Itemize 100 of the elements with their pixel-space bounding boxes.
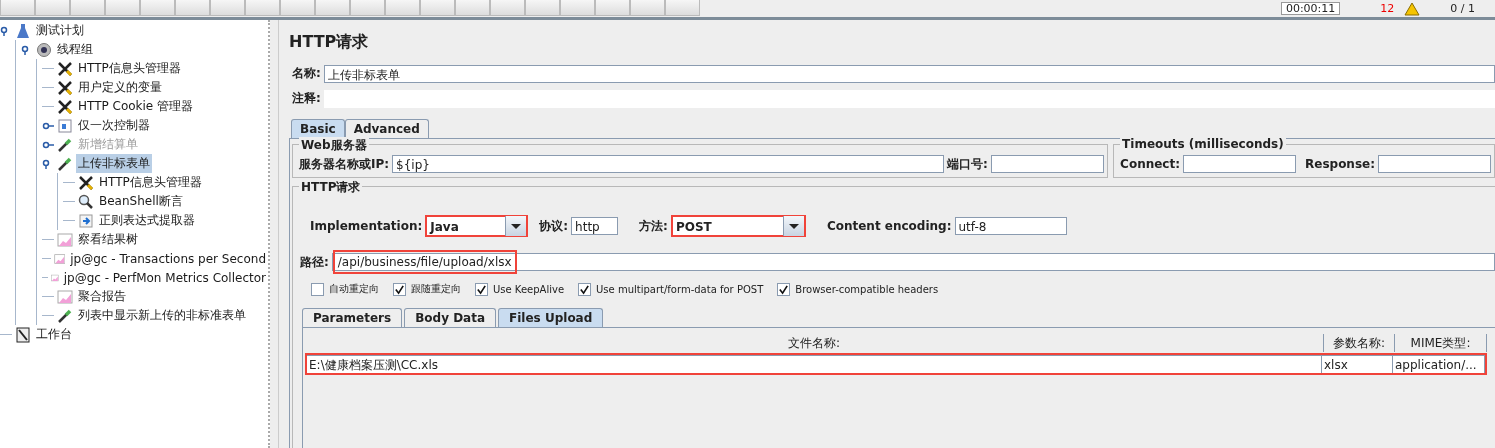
collapsed-handle-icon[interactable] [42,120,54,131]
tools-icon [57,60,73,77]
toolbar-button[interactable] [210,0,245,16]
tree-item[interactable]: HTTP Cookie 管理器 [76,97,196,116]
table-cell: E:\健康档案压测\CC.xls [307,355,1322,373]
toolbar-button[interactable] [385,0,420,16]
toolbar-button[interactable] [35,0,70,16]
tree-item[interactable]: 线程组 [55,40,95,59]
field-label: Response: [1304,157,1376,171]
option-label: Use multipart/form-data for POST [596,283,764,295]
column-header: MIME类型: [1395,334,1487,352]
group-title: HTTP请求 [299,179,363,196]
checkbox[interactable] [578,282,592,296]
toolbar-button[interactable] [0,0,35,16]
tree-item[interactable]: 测试计划 [34,21,86,40]
tab[interactable]: Basic [291,119,345,138]
tree-item[interactable]: jp@gc - PerfMon Metrics Collector [61,269,268,286]
tools-icon [57,79,73,96]
tab[interactable]: Body Data [404,308,497,327]
checkbox[interactable] [777,282,791,296]
flask-icon [15,22,31,39]
column-header: 文件名称: [305,334,1324,352]
pipette-icon [57,307,73,324]
tab[interactable]: Files Upload [498,308,604,327]
option-label: 自动重定向 [329,282,379,296]
toolbar-button[interactable] [70,0,105,16]
response-field[interactable] [1378,155,1491,173]
toolbar-button[interactable] [175,0,210,16]
tree-item[interactable]: 正则表达式提取器 [97,211,197,230]
field-label: Content encoding: [825,219,953,233]
table-cell: xlsx [1322,355,1393,373]
pipette-icon [57,136,73,153]
tree-item[interactable]: 仅一次控制器 [76,116,152,135]
field-label: Connect: [1119,157,1181,171]
warning-icon [1404,1,1421,16]
graph-icon [57,288,73,305]
pipette-icon [57,155,73,172]
toolbar-button[interactable] [140,0,175,16]
toolbar-button[interactable] [455,0,490,16]
connect-field[interactable] [1183,155,1296,173]
controller-icon [57,117,73,134]
caret-icon [782,216,804,236]
toolbar-button[interactable] [350,0,385,16]
toolbar-button[interactable] [420,0,455,16]
table-cell: application/... [1393,355,1485,373]
implementation-dropdown[interactable]: Java [425,215,529,237]
toolbar-button[interactable] [245,0,280,16]
caret-icon [505,216,527,236]
tree-item[interactable]: 聚合报告 [76,287,128,306]
option-label: 跟随重定向 [411,282,461,296]
tree-item[interactable]: HTTP信息头管理器 [76,59,183,78]
toolbar-button[interactable] [630,0,665,16]
graph-icon [57,231,73,248]
server-field[interactable]: ${ip} [392,155,945,173]
group-title: Web服务器 [299,137,369,154]
magnifier-icon [78,193,94,210]
tree-item[interactable]: 上传非标表单 [76,154,152,173]
tree-item[interactable]: HTTP信息头管理器 [97,173,204,192]
tree-item[interactable]: 工作台 [34,325,74,344]
option-label: Use KeepAlive [493,283,565,295]
toolbar-button[interactable] [280,0,315,16]
gear-icon [36,41,52,58]
path-field[interactable]: /api/business/file/upload/xlsx [331,253,1495,271]
notebook-icon [15,326,31,343]
port-field[interactable] [990,155,1104,173]
tree-item[interactable]: 列表中显示新上传的非标准表单 [76,306,248,325]
field-label: 方法: [638,217,669,235]
checkbox[interactable] [475,282,488,296]
name-field[interactable]: 上传非标表单 [323,64,1495,83]
elapsed-time: 00:00:11 [1280,2,1341,15]
field-label: 名称: [291,65,322,82]
thread-count: 0 / 1 [1450,3,1475,14]
column-header: 参数名称: [1324,334,1395,352]
toolbar-button[interactable] [315,0,350,16]
toolbar-button[interactable] [490,0,525,16]
option-label: Browser-compatible headers [795,283,939,295]
toolbar-button[interactable] [105,0,140,16]
tree-item[interactable]: BeanShell断言 [97,192,185,211]
error-count: 12 [1380,3,1395,14]
tab[interactable]: Advanced [344,119,429,138]
field-label: 服务器名称或IP: [298,155,391,173]
tree-item[interactable]: 用户定义的变量 [76,78,164,97]
field-label: Implementation: [309,219,424,233]
protocol-field[interactable]: http [571,217,619,235]
tab[interactable]: Parameters [302,308,403,327]
panel-title: HTTP请求 [289,31,370,53]
checkbox[interactable] [311,282,324,296]
field-label: 路径: [299,253,330,271]
field-label: 注释: [291,90,322,107]
method-dropdown[interactable]: POST [670,215,806,237]
encoding-field[interactable]: utf-8 [954,217,1067,235]
toolbar-button[interactable] [560,0,595,16]
toolbar-button[interactable] [595,0,630,16]
tools-icon [78,174,94,191]
checkbox[interactable] [393,282,406,296]
tree-item[interactable]: jp@gc - Transactions per Second [68,250,268,267]
toolbar-button[interactable] [525,0,560,16]
tree-item[interactable]: 察看结果树 [76,230,140,249]
field-label: 端口号: [946,155,989,173]
toolbar-button[interactable] [665,0,700,16]
